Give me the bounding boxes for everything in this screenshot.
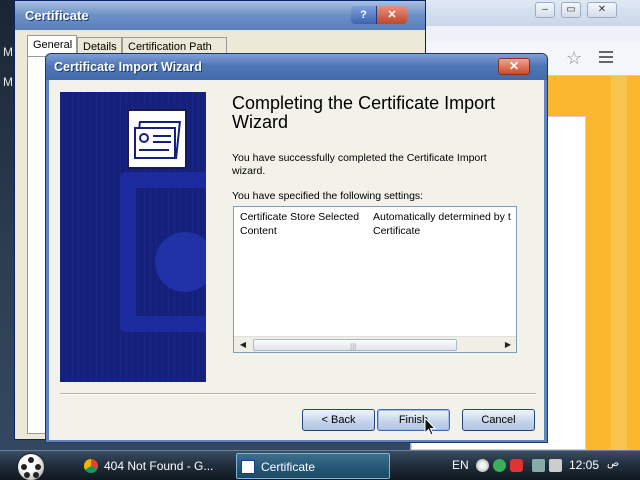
- wizard-heading: Completing the Certificate Import Wizard: [232, 93, 496, 132]
- security-icon[interactable]: [510, 459, 523, 472]
- taskbar: 404 Not Found - G... Certificate EN 12:0…: [0, 450, 640, 480]
- scrollbar-thumb[interactable]: |||: [253, 339, 457, 351]
- settings-intro: You have specified the following setting…: [232, 190, 424, 202]
- star-icon[interactable]: ☆: [566, 48, 582, 69]
- clock-period: ص: [607, 458, 620, 469]
- import-wizard-dialog[interactable]: Certificate Import Wizard ✕ Completing t…: [45, 53, 548, 443]
- close-button[interactable]: ✕: [587, 2, 617, 18]
- taskbar-item-label: Certificate: [261, 460, 316, 474]
- success-text: You have successfully completed the Cert…: [232, 152, 487, 177]
- help-button[interactable]: ?: [351, 6, 377, 24]
- certificate-icon: [241, 460, 255, 474]
- desktop-label: M: [3, 75, 13, 89]
- minimize-button[interactable]: –: [535, 2, 555, 18]
- wizard-sidebar-graphic: [60, 92, 206, 382]
- divider: [60, 393, 536, 395]
- hamburger-menu-icon[interactable]: [599, 51, 613, 63]
- certificate-icon: [127, 109, 187, 169]
- page-border-strip: [611, 76, 627, 450]
- cancel-button[interactable]: Cancel: [462, 409, 535, 431]
- scroll-right-icon[interactable]: ▶: [502, 339, 514, 351]
- close-button[interactable]: ✕: [377, 6, 407, 24]
- start-button[interactable]: [17, 453, 45, 480]
- setting-name: Content: [240, 225, 277, 237]
- network-icon[interactable]: [493, 459, 506, 472]
- back-button[interactable]: < Back: [302, 409, 375, 431]
- scroll-left-icon[interactable]: ◀: [237, 339, 249, 351]
- taskbar-item-label: 404 Not Found - G...: [104, 459, 214, 473]
- desktop-label: M: [3, 45, 13, 59]
- wizard-body: Completing the Certificate Import Wizard…: [49, 80, 544, 440]
- maximize-button[interactable]: ▭: [561, 2, 581, 18]
- certificate-title: Certificate: [25, 8, 89, 23]
- volume-icon[interactable]: [549, 459, 562, 472]
- chrome-icon: [84, 459, 98, 473]
- taskbar-item-chrome[interactable]: 404 Not Found - G...: [80, 453, 230, 479]
- setting-value: Certificate: [373, 225, 421, 237]
- close-button[interactable]: ✕: [498, 58, 530, 75]
- horizontal-scrollbar[interactable]: ◀ ||| ▶: [234, 336, 516, 352]
- wizard-titlebar[interactable]: Certificate Import Wizard ✕: [46, 54, 547, 80]
- monitor-icon[interactable]: [532, 459, 545, 472]
- browser-titlebar[interactable]: – ▭ ✕: [411, 0, 640, 26]
- certificate-titlebar[interactable]: Certificate ? ✕: [15, 1, 425, 30]
- language-indicator[interactable]: EN: [452, 458, 469, 472]
- tray-app-icon[interactable]: [476, 459, 489, 472]
- setting-value: Automatically determined by t: [373, 211, 511, 223]
- setting-name: Certificate Store Selected: [240, 211, 360, 223]
- clock[interactable]: 12:05: [569, 458, 599, 472]
- finish-button[interactable]: Finish: [377, 409, 450, 431]
- wizard-title: Certificate Import Wizard: [54, 60, 202, 74]
- taskbar-item-certificate[interactable]: Certificate: [236, 453, 390, 479]
- certificate-title-buttons: ? ✕: [351, 6, 407, 24]
- settings-list[interactable]: Certificate Store Selected Automatically…: [233, 206, 517, 353]
